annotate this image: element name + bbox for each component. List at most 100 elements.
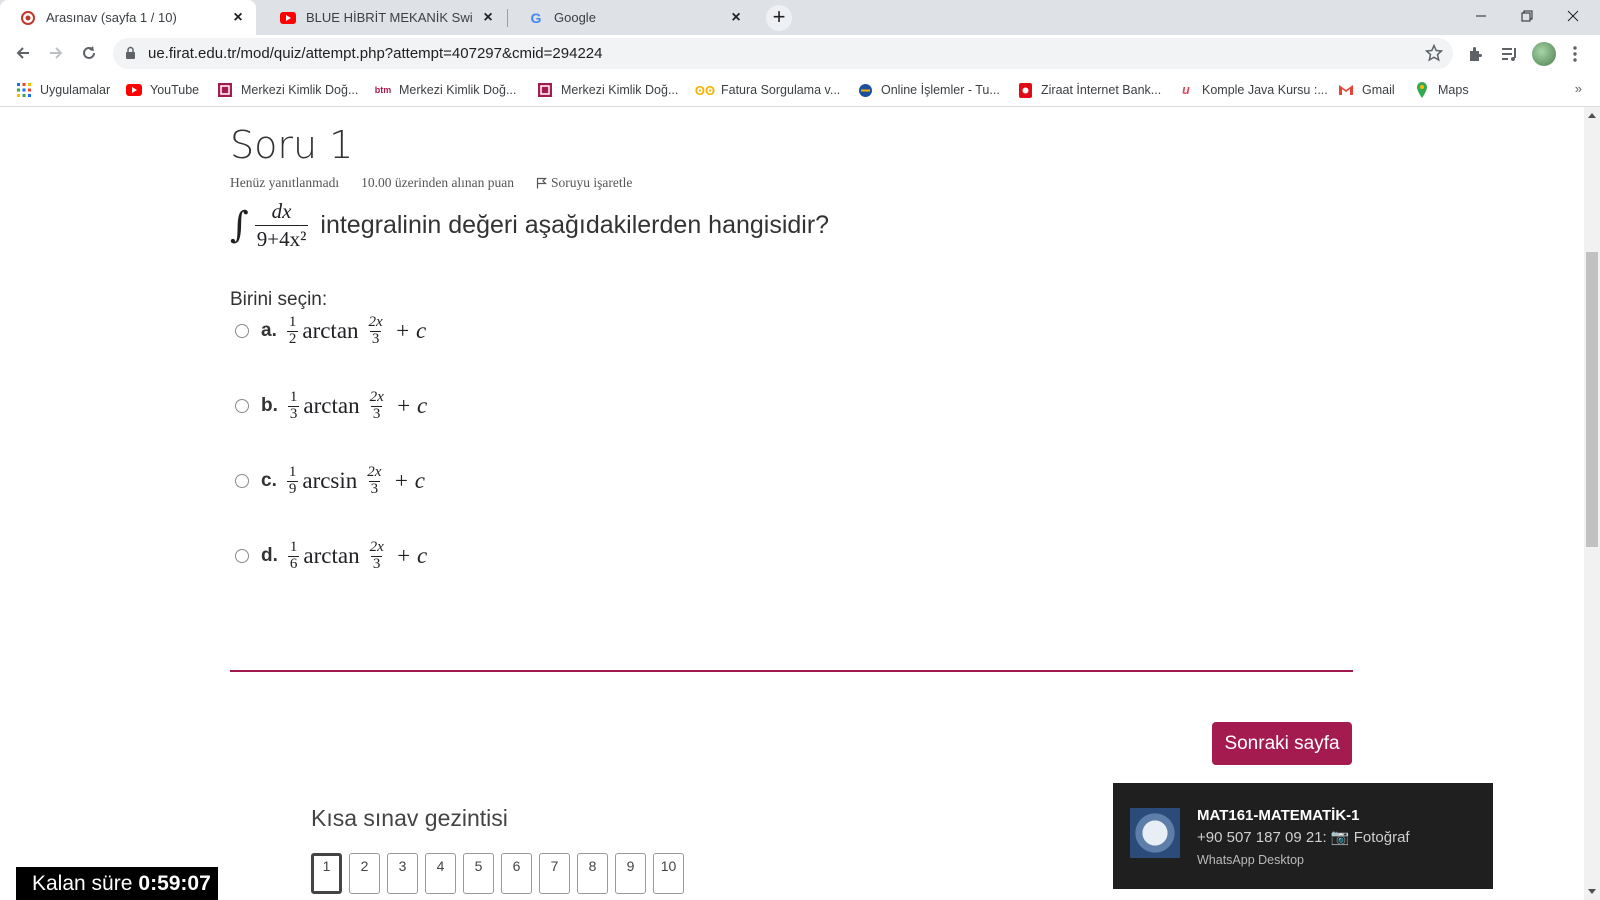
quiz-nav-button-4[interactable]: 4 [425, 853, 456, 894]
integral-fraction: dx 9+4x² [254, 199, 309, 252]
close-icon[interactable]: × [230, 9, 246, 26]
bookmark-ziraat[interactable]: Ziraat İnternet Bank... [1017, 80, 1161, 100]
bookmark-apps[interactable]: Uygulamalar [16, 80, 110, 100]
tab-google[interactable]: G Google × [508, 0, 754, 35]
option-letter: c. [261, 470, 277, 492]
bookmark-gmail[interactable]: Gmail [1338, 80, 1395, 100]
tab-strip: Arasınav (sayfa 1 / 10) × BLUE HİBRİT ME… [0, 0, 1600, 35]
globe-icon [857, 82, 873, 98]
tab-title: Arasınav (sayfa 1 / 10) [46, 10, 177, 25]
reload-button[interactable] [75, 39, 103, 67]
answer-option-b[interactable]: b. 13 arctan 2x 3 + c [235, 389, 433, 423]
back-button[interactable] [9, 39, 37, 67]
bookmark-maps[interactable]: Maps [1414, 80, 1469, 100]
next-page-button[interactable]: Sonraki sayfa [1212, 722, 1352, 765]
bookmark-mkd-3[interactable]: Merkezi Kimlik Doğ... [537, 80, 678, 100]
function-name: arctan [302, 318, 359, 344]
youtube-icon [126, 82, 142, 98]
quiz-nav-button-7[interactable]: 7 [539, 853, 570, 894]
new-tab-button[interactable]: + [766, 5, 792, 31]
whatsapp-notification[interactable]: MAT161-MATEMATİK-1 +90 507 187 09 21: 📷 … [1113, 783, 1493, 889]
tab-youtube[interactable]: BLUE HİBRİT MEKANİK Switch de × [260, 0, 506, 35]
argument-fraction: 2x 3 [368, 389, 386, 423]
answer-option-c[interactable]: c. 19 arcsin 2x 3 + c [235, 464, 431, 498]
gmail-icon [1338, 82, 1354, 98]
quiz-nav-button-5[interactable]: 5 [463, 853, 494, 894]
mkd-icon [217, 82, 233, 98]
tab-title: Google [554, 10, 596, 25]
coef-num: 1 [289, 389, 298, 405]
restore-button[interactable] [1504, 0, 1550, 32]
close-icon[interactable]: × [728, 9, 744, 26]
function-name: arctan [303, 543, 360, 569]
address-bar[interactable]: ue.firat.edu.tr/mod/quiz/attempt.php?att… [113, 38, 1453, 69]
bookmark-youtube[interactable]: YouTube [126, 80, 199, 100]
bookmark-mkd-2[interactable]: btm Merkezi Kimlik Doğ... [374, 80, 517, 100]
function-name: arctan [303, 393, 360, 419]
moodle-icon [20, 10, 36, 26]
bookmark-online-islemler[interactable]: Online İşlemler - Tu... [857, 80, 1000, 100]
integral-numerator: dx [271, 199, 292, 223]
question-info: Henüz yanıtlanmadı 10.00 üzerinden alına… [230, 175, 632, 191]
close-window-button[interactable] [1550, 0, 1596, 32]
radio-button[interactable] [235, 549, 249, 564]
bookmark-java[interactable]: u Komple Java Kursu :... [1178, 80, 1328, 100]
flag-question-link[interactable]: Soruyu işaretle [536, 175, 632, 191]
option-math: 13 arctan 2x 3 + c [286, 389, 433, 423]
bookmark-fatura[interactable]: ʘʘ Fatura Sorgulama v... [695, 80, 840, 100]
quiz-nav-button-2[interactable]: 2 [349, 853, 380, 894]
quiz-navigation: 1 2 3 4 5 6 7 8 9 10 [311, 853, 684, 894]
notification-app: WhatsApp Desktop [1197, 853, 1304, 867]
quiz-nav-button-3[interactable]: 3 [387, 853, 418, 894]
arg-den: 3 [369, 330, 382, 347]
notification-message: +90 507 187 09 21: 📷 Fotoğraf [1197, 829, 1410, 846]
profile-avatar[interactable] [1532, 42, 1556, 66]
scrollbar-thumb[interactable] [1586, 252, 1598, 547]
quiz-nav-button-8[interactable]: 8 [577, 853, 608, 894]
arg-num: 2x [369, 539, 384, 555]
quiz-nav-button-6[interactable]: 6 [501, 853, 532, 894]
radio-button[interactable] [235, 324, 249, 339]
radio-button[interactable] [235, 399, 249, 414]
star-icon[interactable] [1424, 43, 1444, 67]
bookmarks-more-button[interactable]: » [1575, 81, 1582, 96]
answer-option-d[interactable]: d. 16 arctan 2x 3 + c [235, 539, 433, 573]
quiz-nav-button-1[interactable]: 1 [311, 853, 342, 894]
quiz-navigation-title: Kısa sınav gezintisi [311, 805, 508, 831]
close-icon[interactable]: × [480, 9, 496, 26]
time-remaining: Kalan süre 0:59:07 [16, 867, 218, 900]
bookmark-label: Merkezi Kimlik Doğ... [241, 83, 359, 97]
constant-term: + c [395, 393, 428, 419]
forward-button[interactable] [42, 39, 70, 67]
coef-den: 6 [287, 555, 300, 572]
btm-icon: btm [374, 85, 392, 95]
answer-option-a[interactable]: a. 12 arctan 2x 3 + c [235, 314, 432, 348]
minimize-button[interactable] [1458, 0, 1504, 32]
coef-num: 1 [288, 314, 297, 330]
bookmark-label: Online İşlemler - Tu... [881, 83, 1000, 97]
question-points: 10.00 üzerinden alınan puan [361, 175, 515, 190]
media-queue-icon[interactable] [1499, 44, 1519, 64]
page-scrollbar[interactable] [1584, 107, 1600, 900]
coef-den: 2 [286, 330, 299, 347]
menu-kebab-icon[interactable] [1565, 44, 1585, 64]
question-status: Henüz yanıtlanmadı [230, 175, 340, 190]
google-icon: G [530, 9, 542, 26]
quiz-nav-button-9[interactable]: 9 [615, 853, 646, 894]
tab-quiz[interactable]: Arasınav (sayfa 1 / 10) × [0, 0, 256, 35]
youtube-icon [280, 10, 296, 26]
extensions-icon[interactable] [1466, 44, 1486, 64]
quiz-nav-button-10[interactable]: 10 [653, 853, 684, 894]
ziraat-icon [1017, 82, 1033, 98]
udemy-icon: u [1182, 83, 1190, 97]
coef-num: 1 [288, 464, 297, 480]
radio-button[interactable] [235, 474, 249, 489]
argument-fraction: 2x 3 [365, 464, 383, 498]
bookmarks-bar: Uygulamalar YouTube Merkezi Kimlik Doğ..… [0, 72, 1600, 107]
scroll-up-arrow-icon[interactable] [1588, 113, 1596, 118]
bookmark-label: Maps [1438, 83, 1469, 97]
scroll-down-arrow-icon[interactable] [1588, 889, 1596, 894]
page-content: Soru 1 Henüz yanıtlanmadı 10.00 üzerinde… [0, 107, 1584, 900]
bookmark-label: Komple Java Kursu :... [1202, 83, 1328, 97]
bookmark-mkd-1[interactable]: Merkezi Kimlik Doğ... [217, 80, 358, 100]
